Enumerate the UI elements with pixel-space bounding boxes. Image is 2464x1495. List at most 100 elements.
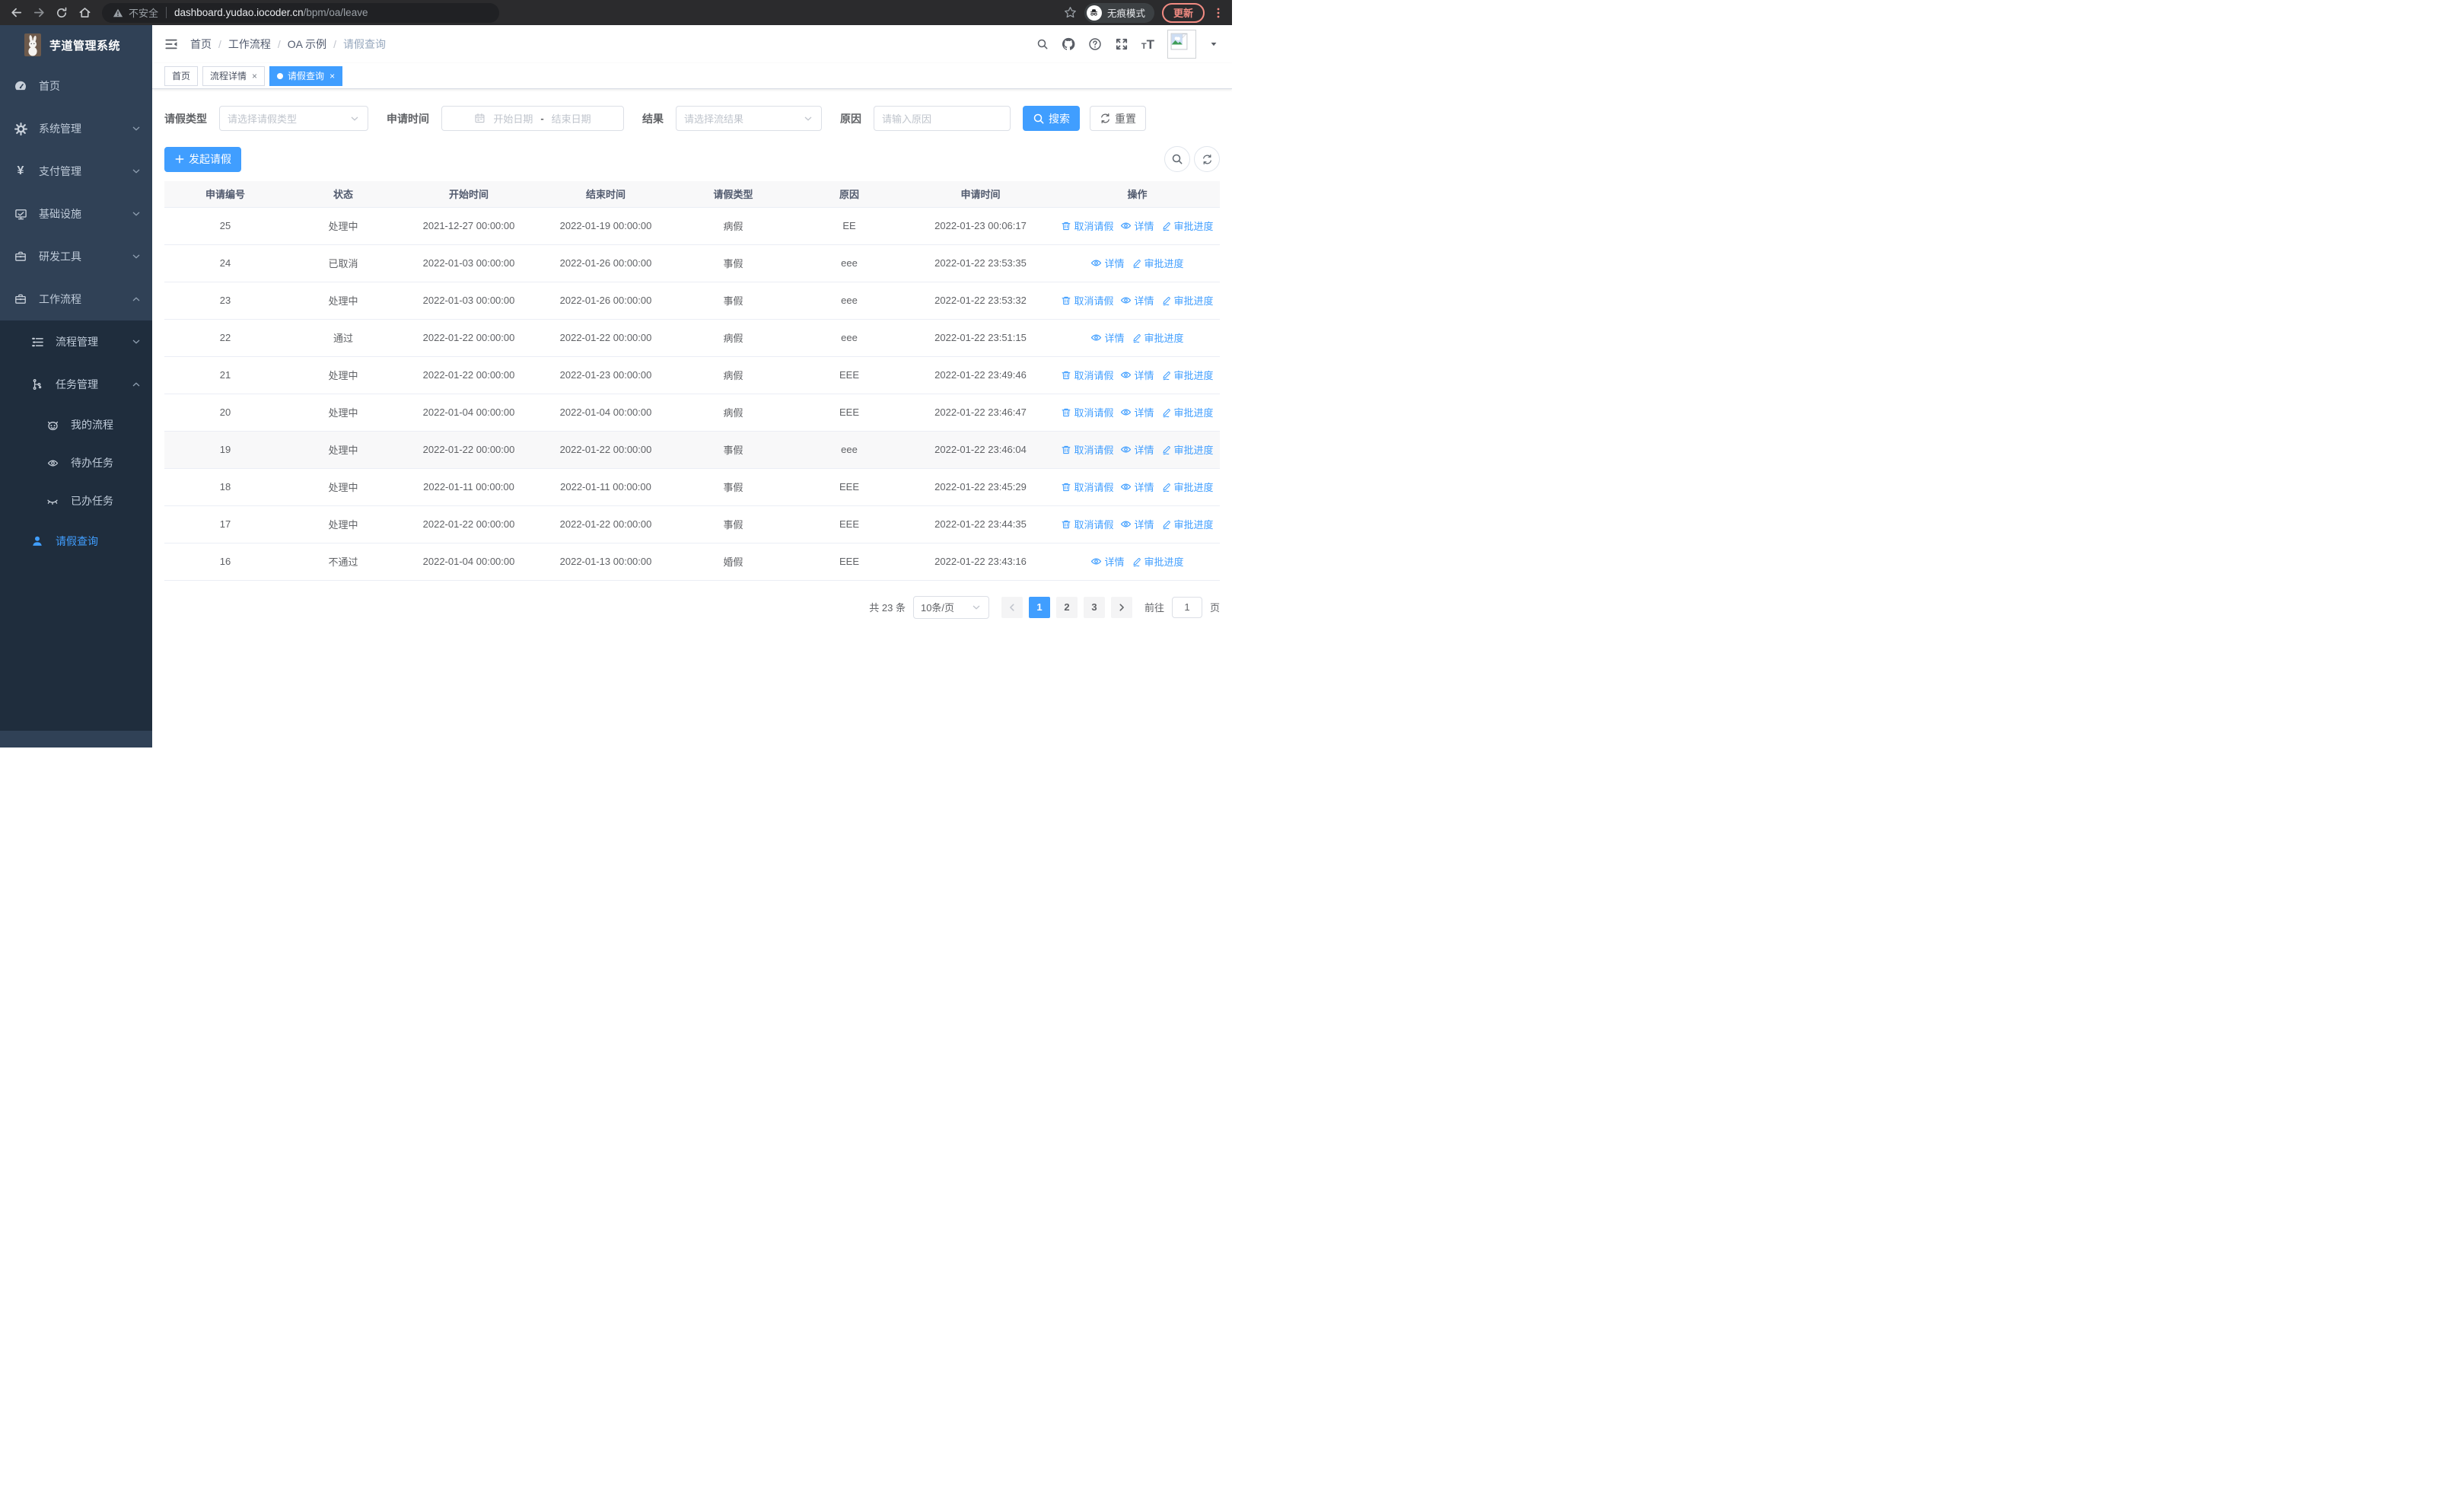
action-cancel-leave[interactable]: 取消请假 [1061,517,1113,531]
tab-home[interactable]: 首页 [164,65,199,86]
leave-type-select[interactable]: 请选择请假类型 [219,106,368,131]
sidebar-item-process-mgmt[interactable]: 流程管理 [0,320,152,363]
action-detail[interactable]: 详情 [1120,293,1154,308]
action-detail[interactable]: 详情 [1120,405,1154,419]
trash-icon [1061,519,1071,530]
breadcrumb-item[interactable]: OA 示例 [288,37,326,52]
sidebar-item-done-tasks[interactable]: 已办任务 [0,482,152,520]
sidebar-collapse-icon[interactable] [164,37,178,51]
fullscreen-icon[interactable] [1115,37,1129,51]
browser-forward-button[interactable] [27,2,50,24]
action-approval-progress[interactable]: 审批进度 [1161,442,1214,457]
header-search-icon[interactable] [1036,38,1049,50]
robot-icon [46,419,59,432]
leave-type-label: 请假类型 [164,112,207,125]
browser-home-button[interactable] [73,2,96,24]
close-icon[interactable]: × [329,71,335,81]
page-size-select[interactable]: 10条/页 [912,595,989,619]
goto-page-input[interactable] [1171,596,1202,618]
action-cancel-leave[interactable]: 取消请假 [1061,442,1113,457]
cell-reason: eee [792,244,906,282]
action-approval-progress[interactable]: 审批进度 [1161,480,1214,494]
cell-end: 2022-01-26 00:00:00 [537,282,674,320]
action-detail[interactable]: 详情 [1120,368,1154,382]
search-button[interactable]: 搜索 [1023,106,1080,131]
refresh-table-button[interactable] [1194,146,1220,172]
action-detail[interactable]: 详情 [1120,442,1154,457]
apply-time-range-picker[interactable]: 开始日期 - 结束日期 [441,106,624,131]
action-approval-progress[interactable]: 审批进度 [1132,256,1184,270]
start-date-placeholder: 开始日期 [493,113,533,125]
logo[interactable]: 芋道管理系统 [0,25,152,65]
action-approval-progress[interactable]: 审批进度 [1161,517,1214,531]
tab-label: 流程详情 [210,71,247,81]
sidebar-item-my-process[interactable]: 我的流程 [0,406,152,444]
help-icon[interactable] [1088,37,1102,51]
action-approval-progress[interactable]: 审批进度 [1132,330,1184,345]
action-approval-progress[interactable]: 审批进度 [1132,554,1184,569]
sidebar-item-todo-tasks[interactable]: 待办任务 [0,444,152,482]
reason-input[interactable]: 请输入原因 [874,106,1011,131]
sidebar-item-workflow[interactable]: 工作流程 [0,278,152,320]
action-approval-progress[interactable]: 审批进度 [1161,218,1214,233]
tab-leave-query[interactable]: 请假查询 × [269,65,343,86]
tab-process-detail[interactable]: 流程详情 × [202,65,266,86]
cell-type: 事假 [674,244,792,282]
browser-menu-icon[interactable] [1212,7,1224,19]
action-detail[interactable]: 详情 [1120,218,1154,233]
sidebar-item-system[interactable]: 系统管理 [0,107,152,150]
action-cancel-leave[interactable]: 取消请假 [1061,293,1113,308]
sidebar-item-devtools[interactable]: 研发工具 [0,235,152,278]
cell-reason: EEE [792,394,906,432]
github-icon[interactable] [1062,37,1075,51]
bookmark-star-icon[interactable] [1064,6,1077,19]
action-cancel-leave[interactable]: 取消请假 [1061,480,1113,494]
reset-button[interactable]: 重置 [1090,106,1146,131]
sidebar-item-leave-query[interactable]: 请假查询 [0,520,152,563]
sidebar-item-home[interactable]: 首页 [0,65,152,107]
next-page-button[interactable] [1110,596,1132,618]
breadcrumb-item[interactable]: 工作流程 [228,37,271,52]
hide-search-button[interactable] [1164,146,1190,172]
result-select[interactable]: 请选择流结果 [676,106,822,131]
row-actions: 详情 审批进度 [1055,554,1220,569]
action-detail[interactable]: 详情 [1120,480,1154,494]
action-detail[interactable]: 详情 [1090,330,1125,345]
page: 不安全 dashboard.yudao.iocoder.cn/bpm/oa/le… [0,0,1232,748]
page-2-button[interactable]: 2 [1055,596,1078,618]
browser-back-button[interactable] [5,2,27,24]
close-icon[interactable]: × [252,71,257,81]
create-leave-button[interactable]: 发起请假 [164,146,241,172]
sidebar-item-task-mgmt[interactable]: 任务管理 [0,363,152,406]
action-detail[interactable]: 详情 [1090,256,1125,270]
action-approval-progress[interactable]: 审批进度 [1161,405,1214,419]
chevron-down-icon [131,209,142,219]
sidebar-item-infra[interactable]: 基础设施 [0,193,152,235]
sidebar-item-payment[interactable]: ¥ 支付管理 [0,150,152,193]
font-size-icon[interactable]: TT [1141,38,1154,51]
prev-page-button[interactable] [1001,596,1023,618]
table-row: 21 处理中 2022-01-22 00:00:00 2022-01-23 00:00… [164,356,1220,394]
page-3-button[interactable]: 3 [1083,596,1105,618]
avatar[interactable] [1167,30,1196,59]
user-menu-caret-icon[interactable] [1209,40,1218,49]
breadcrumb-separator: / [277,38,281,50]
chrome-update-button[interactable]: 更新 [1161,2,1205,23]
action-cancel-leave[interactable]: 取消请假 [1061,368,1113,382]
action-approval-progress[interactable]: 审批进度 [1161,368,1214,382]
action-detail[interactable]: 详情 [1090,554,1125,569]
breadcrumb-item[interactable]: 首页 [190,37,212,52]
reset-label: 重置 [1115,112,1136,125]
url-bar[interactable]: 不安全 dashboard.yudao.iocoder.cn/bpm/oa/le… [102,2,499,23]
update-label: 更新 [1173,8,1193,19]
action-cancel-leave[interactable]: 取消请假 [1061,405,1113,419]
cell-operations: 取消请假 详情 审批进度 [1055,468,1220,506]
yen-icon: ¥ [17,164,24,177]
action-detail[interactable]: 详情 [1120,517,1154,531]
browser-reload-button[interactable] [50,2,73,24]
page-1-button[interactable]: 1 [1028,596,1050,618]
action-approval-progress[interactable]: 审批进度 [1161,293,1214,308]
action-cancel-leave[interactable]: 取消请假 [1061,218,1113,233]
chevron-down-icon [803,113,813,124]
home-icon [78,6,91,19]
